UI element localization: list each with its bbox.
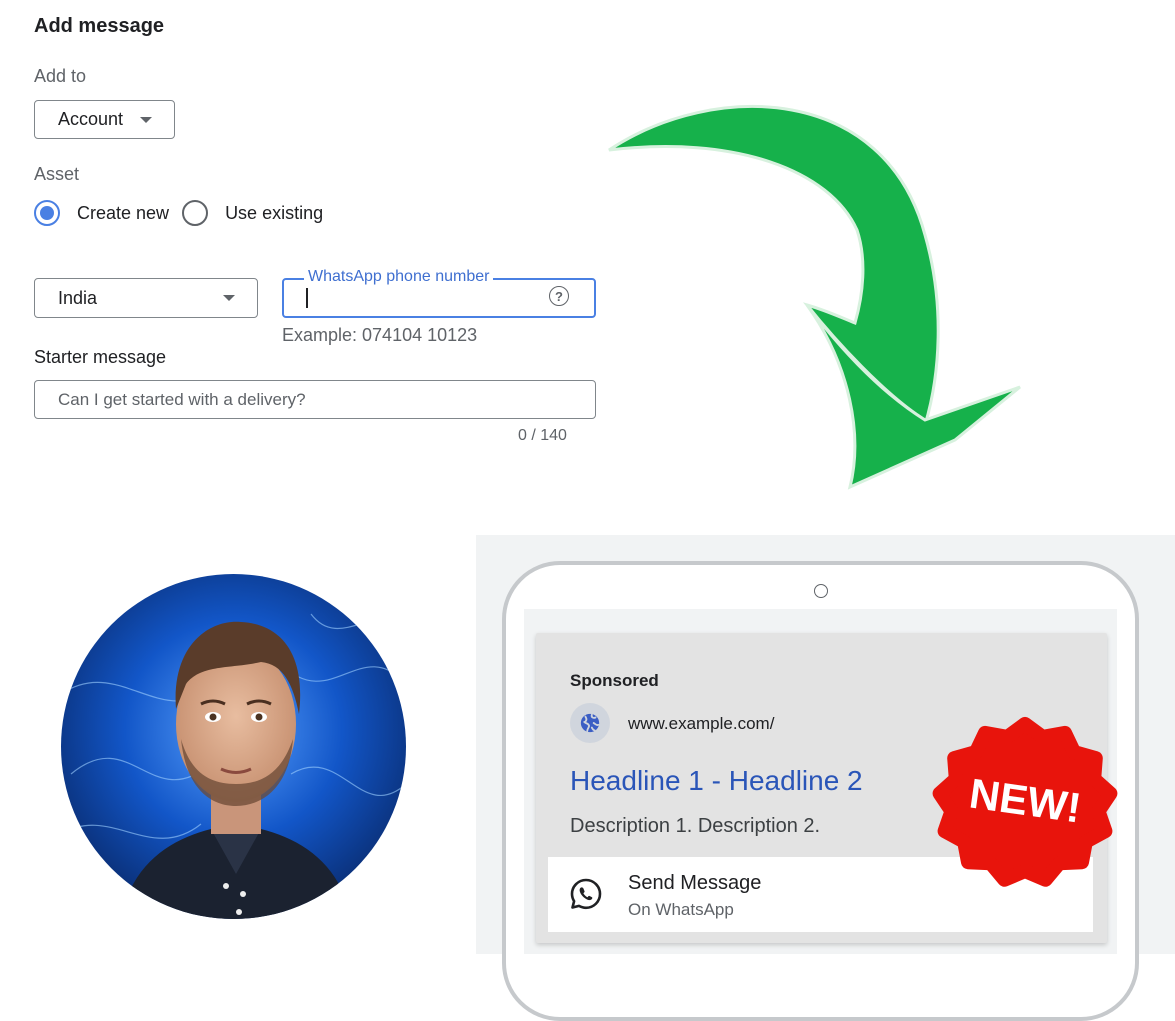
create-new-label: Create new xyxy=(77,202,170,223)
phone-camera xyxy=(814,584,828,598)
whatsapp-icon xyxy=(570,878,602,910)
presenter-avatar xyxy=(61,574,406,919)
use-existing-label: Use existing xyxy=(225,202,324,223)
add-to-value: Account xyxy=(58,109,124,129)
phone-field-label: WhatsApp phone number xyxy=(304,268,494,286)
asset-label: Asset xyxy=(34,164,80,184)
globe-icon xyxy=(570,703,610,743)
new-badge: NEW! xyxy=(932,716,1118,887)
country-dropdown[interactable]: India xyxy=(34,278,258,318)
country-value: India xyxy=(58,287,98,308)
caret-down-icon xyxy=(223,295,235,301)
send-message-title: Send Message xyxy=(628,872,762,894)
add-to-label: Add to xyxy=(34,66,87,86)
sponsored-label: Sponsored xyxy=(570,671,659,690)
help-circle-icon[interactable]: ? xyxy=(549,286,569,306)
whatsapp-phone-field[interactable]: WhatsApp phone number ? xyxy=(282,268,596,318)
ad-headline[interactable]: Headline 1 - Headline 2 xyxy=(570,765,863,797)
use-existing-radio[interactable] xyxy=(182,200,209,226)
create-new-radio[interactable] xyxy=(34,200,60,226)
form-title: Add message xyxy=(34,15,165,37)
asset-radio-group: Create new Use existing xyxy=(34,200,336,226)
ad-description: Description 1. Description 2. xyxy=(570,815,821,837)
curved-arrow-icon xyxy=(608,105,1021,490)
add-to-dropdown[interactable]: Account xyxy=(34,100,175,139)
phone-hint: Example: 074104 10123 xyxy=(282,325,478,345)
ad-url[interactable]: www.example.com/ xyxy=(628,714,774,734)
caret-down-icon xyxy=(140,116,152,123)
char-counter: 0 / 140 xyxy=(518,427,567,444)
starter-message-label: Starter message xyxy=(34,347,167,367)
send-message-subtitle: On WhatsApp xyxy=(628,900,734,919)
text-cursor xyxy=(306,288,308,308)
starter-message-input[interactable] xyxy=(34,380,596,419)
